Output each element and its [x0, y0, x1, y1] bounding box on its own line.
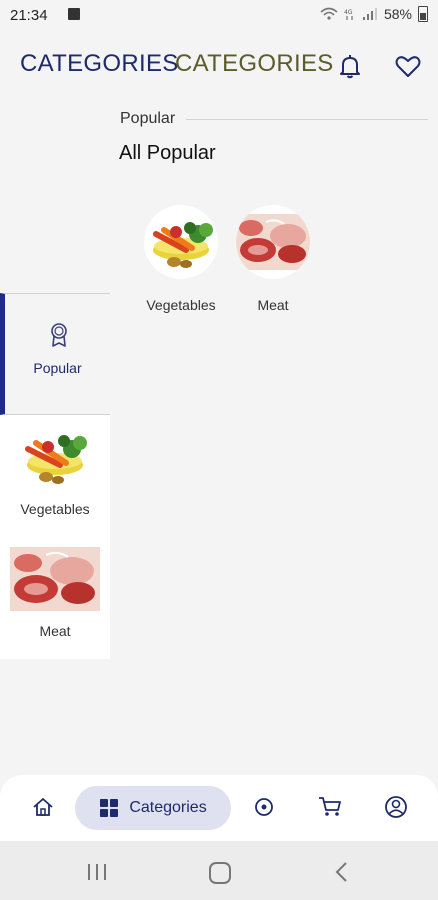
target-icon [255, 798, 273, 816]
svg-text:4G: 4G [344, 9, 353, 16]
back-icon[interactable] [334, 861, 348, 883]
page-title-secondary: CATEGORIES [175, 50, 334, 77]
nav-categories[interactable]: Categories [75, 786, 231, 830]
status-right: 4G 58% [320, 6, 428, 22]
nav-cart[interactable] [315, 792, 345, 822]
vegetables-image [25, 435, 87, 484]
meat-image [10, 547, 100, 611]
nav-profile[interactable] [381, 792, 411, 822]
gallery-notification-icon [68, 8, 80, 20]
profile-icon [385, 796, 407, 818]
ribbon-icon [51, 323, 67, 347]
battery-icon [418, 6, 428, 22]
bottom-nav: Categories [0, 775, 438, 841]
wifi-icon [320, 7, 338, 20]
category-sidebar: Popular Vegetables Meat [0, 293, 110, 659]
bell-icon[interactable] [336, 52, 364, 80]
status-bar: 21:34 4G 58% [0, 0, 438, 32]
lte-icon: 4G [344, 9, 353, 20]
nav-home[interactable] [28, 792, 58, 822]
sidebar-item-meat[interactable]: Meat [0, 537, 110, 659]
popular-item-vegetables[interactable]: Vegetables [141, 205, 221, 313]
home-system-icon[interactable] [208, 861, 232, 885]
nav-categories-label: Categories [129, 799, 207, 816]
sidebar-item-label: Meat [39, 623, 71, 639]
vegetables-image [144, 205, 218, 279]
recents-icon[interactable] [86, 862, 108, 882]
status-time: 21:34 [10, 7, 48, 24]
meat-image [236, 205, 310, 279]
sidebar-item-label: Popular [33, 360, 82, 376]
heart-icon[interactable] [394, 52, 422, 80]
battery-percent: 58% [383, 6, 412, 22]
section-divider [186, 119, 428, 120]
popular-item-label: Meat [257, 297, 289, 313]
sidebar-item-label: Vegetables [20, 501, 90, 517]
section-label: Popular [120, 110, 176, 127]
signal-icon [362, 8, 377, 20]
sidebar-item-vegetables[interactable]: Vegetables [0, 415, 110, 537]
page-title: CATEGORIES [20, 50, 179, 77]
section-title: All Popular [119, 142, 216, 164]
app-header: CATEGORIES CATEGORIES [0, 44, 438, 88]
categories-icon [100, 799, 119, 817]
system-nav-bar [0, 841, 438, 900]
cart-icon [319, 797, 341, 816]
sidebar-item-popular[interactable]: Popular [0, 293, 110, 415]
home-icon [33, 798, 53, 816]
popular-item-meat[interactable]: Meat [233, 205, 313, 313]
nav-explore[interactable] [249, 792, 279, 822]
popular-item-label: Vegetables [146, 297, 216, 313]
